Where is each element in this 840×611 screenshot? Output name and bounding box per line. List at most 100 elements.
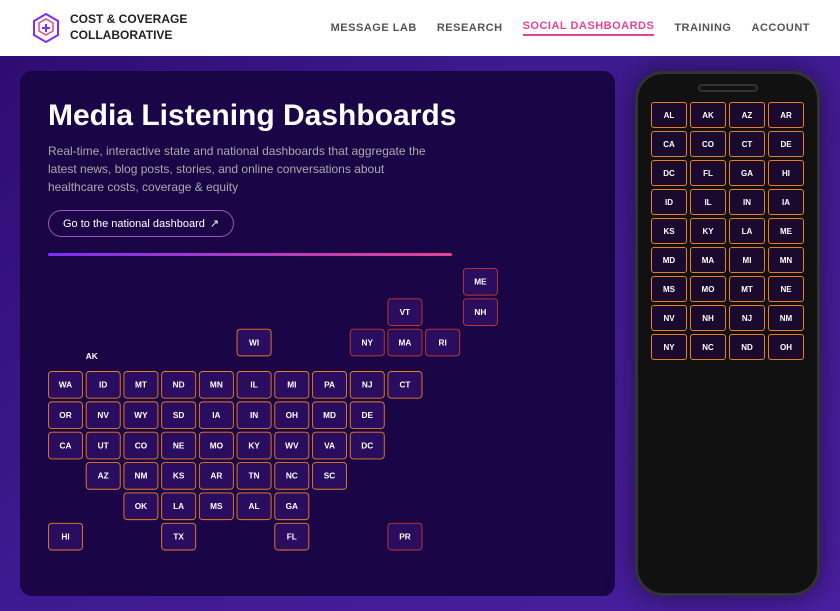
state-AZ[interactable]: AZ [86, 462, 121, 490]
nav-training[interactable]: TRAINING [674, 22, 731, 34]
state-OK[interactable]: OK [123, 492, 158, 520]
phone-state-NE[interactable]: NE [768, 276, 804, 302]
phone-state-MN[interactable]: MN [768, 247, 804, 273]
phone-state-KY[interactable]: KY [690, 218, 726, 244]
phone-state-MA[interactable]: MA [690, 247, 726, 273]
phone-state-NJ[interactable]: NJ [729, 305, 765, 331]
state-NJ[interactable]: NJ [350, 371, 385, 399]
state-TN[interactable]: TN [237, 462, 272, 490]
state-NE[interactable]: NE [161, 432, 196, 460]
state-CA[interactable]: CA [48, 432, 83, 460]
phone-state-DE[interactable]: DE [768, 131, 804, 157]
phone-state-NV[interactable]: NV [651, 305, 687, 331]
phone-state-AK[interactable]: AK [690, 102, 726, 128]
nav-social-dashboards[interactable]: SOCIAL DASHBOARDS [523, 20, 655, 36]
phone-state-NC[interactable]: NC [690, 334, 726, 360]
phone-state-LA[interactable]: LA [729, 218, 765, 244]
state-IN[interactable]: IN [237, 401, 272, 429]
phone-state-MO[interactable]: MO [690, 276, 726, 302]
phone-state-CT[interactable]: CT [729, 131, 765, 157]
nav-message-lab[interactable]: MESSAGE LAB [331, 22, 417, 34]
ak-label: AK [86, 352, 98, 361]
state-WI[interactable]: WI [237, 329, 272, 357]
state-IA[interactable]: IA [199, 401, 234, 429]
state-WV[interactable]: WV [274, 432, 309, 460]
phone-state-AR[interactable]: AR [768, 102, 804, 128]
state-AR[interactable]: AR [199, 462, 234, 490]
state-NM[interactable]: NM [123, 462, 158, 490]
state-HI[interactable]: HI [48, 523, 83, 551]
phone-state-ND[interactable]: ND [729, 334, 765, 360]
phone-state-IN[interactable]: IN [729, 189, 765, 215]
state-OR[interactable]: OR [48, 401, 83, 429]
state-row: WI NY MA RI [48, 329, 544, 357]
phone-state-OH[interactable]: OH [768, 334, 804, 360]
phone-state-CA[interactable]: CA [651, 131, 687, 157]
state-MS[interactable]: MS [199, 492, 234, 520]
state-GA[interactable]: GA [274, 492, 309, 520]
state-MT[interactable]: MT [123, 371, 158, 399]
state-ND[interactable]: ND [161, 371, 196, 399]
phone-state-GA[interactable]: GA [729, 160, 765, 186]
state-TX[interactable]: TX [161, 523, 196, 551]
nav-research[interactable]: RESEARCH [437, 22, 503, 34]
state-PA[interactable]: PA [312, 371, 347, 399]
phone-state-ID[interactable]: ID [651, 189, 687, 215]
state-MO[interactable]: MO [199, 432, 234, 460]
state-NC[interactable]: NC [274, 462, 309, 490]
state-SD[interactable]: SD [161, 401, 196, 429]
state-KY[interactable]: KY [237, 432, 272, 460]
state-KS[interactable]: KS [161, 462, 196, 490]
state-AL[interactable]: AL [237, 492, 272, 520]
state-IL[interactable]: IL [237, 371, 272, 399]
phone-state-MD[interactable]: MD [651, 247, 687, 273]
national-dashboard-button[interactable]: Go to the national dashboard ↗ [48, 210, 234, 237]
state-ME[interactable]: ME [463, 268, 498, 296]
state-VA[interactable]: VA [312, 432, 347, 460]
phone-state-IA[interactable]: IA [768, 189, 804, 215]
phone-state-NM[interactable]: NM [768, 305, 804, 331]
state-FL[interactable]: FL [274, 523, 309, 551]
state-ID[interactable]: ID [86, 371, 121, 399]
state-MD[interactable]: MD [312, 401, 347, 429]
phone-state-ME[interactable]: ME [768, 218, 804, 244]
phone-state-NH[interactable]: NH [690, 305, 726, 331]
phone-state-HI[interactable]: HI [768, 160, 804, 186]
phone-state-AL[interactable]: AL [651, 102, 687, 128]
state-MA[interactable]: MA [387, 329, 422, 357]
state-NV[interactable]: NV [86, 401, 121, 429]
phone-state-IL[interactable]: IL [690, 189, 726, 215]
state-MI[interactable]: MI [274, 371, 309, 399]
state-UT[interactable]: UT [86, 432, 121, 460]
phone-state-grid: AL AK AZ AR CA CO CT DE DC FL GA HI ID I… [646, 102, 809, 360]
phone-state-AZ[interactable]: AZ [729, 102, 765, 128]
state-NH[interactable]: NH [463, 298, 498, 326]
state-VT[interactable]: VT [387, 298, 422, 326]
phone-state-FL[interactable]: FL [690, 160, 726, 186]
header: COST & COVERAGE COLLABORATIVE MESSAGE LA… [0, 0, 840, 56]
phone-state-NY[interactable]: NY [651, 334, 687, 360]
phone-state-DC[interactable]: DC [651, 160, 687, 186]
phone-row: KS KY LA ME [646, 218, 809, 244]
state-DC[interactable]: DC [350, 432, 385, 460]
state-NY[interactable]: NY [350, 329, 385, 357]
state-WA[interactable]: WA [48, 371, 83, 399]
state-LA[interactable]: LA [161, 492, 196, 520]
nav-account[interactable]: ACCOUNT [752, 22, 811, 34]
phone-state-MI[interactable]: MI [729, 247, 765, 273]
state-MN[interactable]: MN [199, 371, 234, 399]
phone-state-MT[interactable]: MT [729, 276, 765, 302]
phone-row: NY NC ND OH [646, 334, 809, 360]
phone-state-MS[interactable]: MS [651, 276, 687, 302]
state-CO[interactable]: CO [123, 432, 158, 460]
phone-state-KS[interactable]: KS [651, 218, 687, 244]
state-SC[interactable]: SC [312, 462, 347, 490]
state-CT[interactable]: CT [387, 371, 422, 399]
state-RI[interactable]: RI [425, 329, 460, 357]
state-OH[interactable]: OH [274, 401, 309, 429]
phone-row: MD MA MI MN [646, 247, 809, 273]
phone-state-CO[interactable]: CO [690, 131, 726, 157]
state-PR[interactable]: PR [387, 523, 422, 551]
state-DE[interactable]: DE [350, 401, 385, 429]
state-WY[interactable]: WY [123, 401, 158, 429]
